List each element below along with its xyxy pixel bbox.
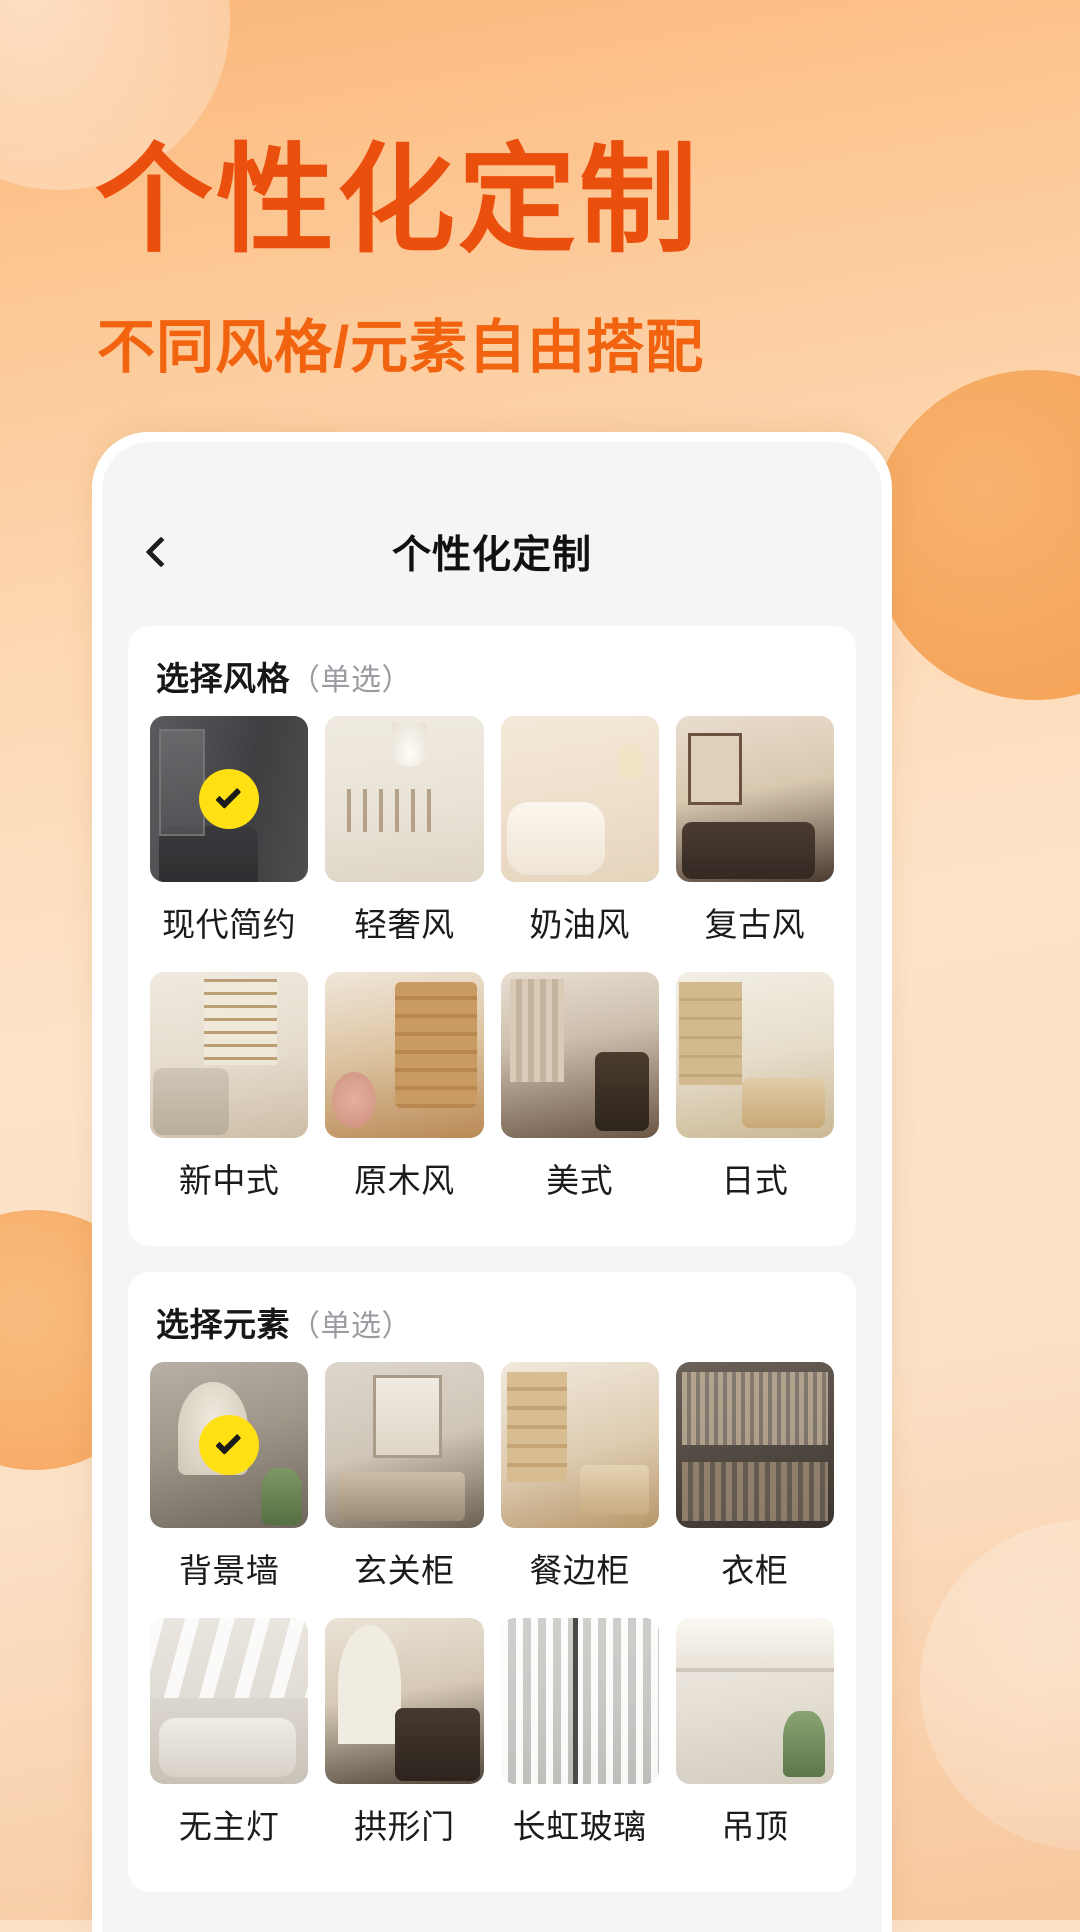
section-card: 选择风格 （单选） 现代简约 轻奢风 奶油风 复古风新中式 原木风 美式 日式 [128, 626, 856, 1246]
status-bar-spacer [102, 442, 882, 504]
option-label: 现代简约 [162, 906, 297, 943]
section-title: 选择风格 [156, 660, 290, 697]
thumbnail-image [325, 1618, 484, 1784]
thumbnail-image [675, 1618, 834, 1784]
page-subtitle: 不同风格/元素自由搭配 [97, 315, 705, 380]
thumbnail-image [675, 716, 834, 882]
section-title: 选择元素 [156, 1306, 290, 1343]
sections-container: 选择风格 （单选） 现代简约 轻奢风 奶油风 复古风 新中式 原木风 美式 日式 选择元素 （单选）背… [102, 626, 882, 1892]
option-label: 长虹玻璃 [512, 1808, 647, 1845]
option-tile[interactable]: 美式 [500, 972, 659, 1222]
option-tile[interactable]: 奶油风 [500, 716, 659, 966]
option-tile[interactable]: 吊顶 [675, 1618, 834, 1868]
option-thumbnail [325, 716, 484, 882]
option-label: 奶油风 [529, 906, 630, 943]
option-label: 吊顶 [721, 1808, 789, 1845]
option-tile[interactable]: 拱形门 [325, 1618, 484, 1868]
selected-badge [199, 769, 260, 829]
thumbnail-image [500, 1362, 659, 1528]
selected-badge [199, 1415, 260, 1475]
section-header: 选择风格 （单选） [150, 652, 834, 700]
app-navbar: 个性化定制 [102, 504, 882, 600]
thumbnail-image [325, 972, 484, 1138]
option-thumbnail [675, 1618, 834, 1784]
option-tile[interactable]: 长虹玻璃 [500, 1618, 659, 1868]
option-thumbnail [675, 972, 834, 1138]
phone-screen: 个性化定制 选择风格 （单选） 现代简约 轻奢风 奶油风 复古风 新中式 原木风 美式 日式 选择元… [102, 442, 882, 1932]
back-button[interactable] [132, 523, 190, 581]
option-thumbnail [325, 972, 484, 1138]
option-tile[interactable]: 餐边柜 [500, 1362, 659, 1612]
option-thumbnail [500, 1362, 659, 1528]
check-icon [215, 782, 242, 809]
option-thumbnail [500, 716, 659, 882]
section-selection-note: （单选） [290, 1310, 412, 1343]
option-label: 日式 [721, 1162, 789, 1199]
option-tile[interactable]: 无主灯 [150, 1618, 309, 1868]
thumbnail-image [675, 1362, 834, 1528]
option-thumbnail [150, 716, 309, 882]
option-thumbnail [325, 1362, 484, 1528]
check-icon [215, 1428, 242, 1455]
option-grid: 现代简约 轻奢风 奶油风 复古风新中式 原木风 美式 日式 [150, 716, 834, 1222]
option-thumbnail [675, 716, 834, 882]
option-tile[interactable]: 现代简约 [150, 716, 309, 966]
option-tile[interactable]: 日式 [675, 972, 834, 1222]
chevron-left-icon [145, 536, 177, 568]
option-thumbnail [150, 1362, 309, 1528]
thumbnail-image [325, 1362, 484, 1528]
option-label: 拱形门 [354, 1808, 455, 1845]
thumbnail-image [325, 716, 484, 882]
option-thumbnail [325, 1618, 484, 1784]
option-label: 轻奢风 [354, 906, 455, 943]
option-label: 衣柜 [721, 1552, 789, 1589]
option-tile[interactable]: 背景墙 [150, 1362, 309, 1612]
option-tile[interactable]: 玄关柜 [325, 1362, 484, 1612]
option-thumbnail [150, 1618, 309, 1784]
option-label: 无主灯 [178, 1808, 280, 1845]
option-tile[interactable]: 轻奢风 [325, 716, 484, 966]
thumbnail-image [150, 972, 309, 1138]
thumbnail-image [500, 1618, 659, 1784]
phone-mockup: 个性化定制 选择风格 （单选） 现代简约 轻奢风 奶油风 复古风 新中式 原木风 美式 日式 选择元… [92, 432, 892, 1932]
option-label: 复古风 [704, 906, 806, 943]
option-label: 美式 [546, 1162, 614, 1199]
thumbnail-image [500, 716, 659, 882]
section-header: 选择元素 （单选） [150, 1298, 834, 1346]
thumbnail-image [500, 972, 659, 1138]
thumbnail-image [150, 1618, 309, 1784]
option-thumbnail [150, 972, 309, 1138]
thumbnail-image [675, 972, 834, 1138]
option-label: 餐边柜 [529, 1552, 630, 1589]
option-thumbnail [500, 972, 659, 1138]
option-label: 背景墙 [178, 1552, 280, 1589]
option-tile[interactable]: 新中式 [150, 972, 309, 1222]
option-grid: 背景墙 玄关柜 餐边柜 衣柜无主灯 拱形门 长虹玻璃 吊顶 [150, 1362, 834, 1868]
option-thumbnail [500, 1618, 659, 1784]
option-thumbnail [675, 1362, 834, 1528]
option-tile[interactable]: 复古风 [675, 716, 834, 966]
option-label: 新中式 [178, 1162, 280, 1199]
option-tile[interactable]: 原木风 [325, 972, 484, 1222]
option-tile[interactable]: 衣柜 [675, 1362, 834, 1612]
section-card: 选择元素 （单选） 背景墙 玄关柜 餐边柜 衣柜无主灯 拱形门 长虹玻璃 吊顶 [128, 1272, 856, 1892]
page-title: 个性化定制 [95, 135, 701, 267]
section-selection-note: （单选） [290, 664, 412, 697]
option-label: 玄关柜 [354, 1552, 455, 1589]
navbar-title: 个性化定制 [391, 534, 592, 577]
option-label: 原木风 [354, 1162, 455, 1199]
